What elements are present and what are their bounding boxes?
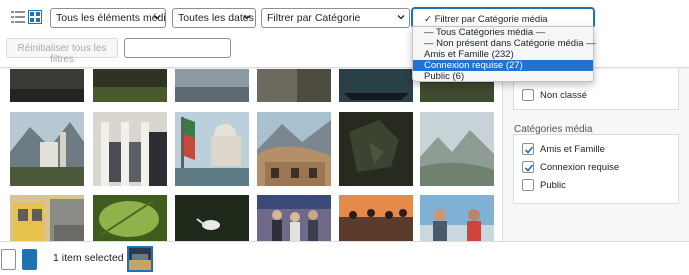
selection-count: 1 item selected xyxy=(53,252,124,264)
attachment-details-sidebar: Non classé Catégories média Amis et Fami… xyxy=(502,69,689,241)
media-thumbnail[interactable] xyxy=(175,195,249,241)
media-thumbnail[interactable] xyxy=(257,195,331,241)
media-grid xyxy=(0,69,502,241)
grid-view-icon[interactable] xyxy=(28,10,42,24)
media-type-select[interactable]: Tous les éléments média xyxy=(50,8,166,28)
media-thumbnail[interactable] xyxy=(10,69,84,102)
media-thumbnail[interactable] xyxy=(93,195,167,241)
chevron-down-icon xyxy=(153,15,161,20)
category-dropdown-list: ✓ Filtrer par Catégorie média — Tous Cat… xyxy=(412,14,596,82)
media-thumbnail[interactable] xyxy=(10,112,84,186)
categories-box: Amis et Famille Connexion requise Public xyxy=(513,134,679,204)
search-input[interactable] xyxy=(124,38,231,58)
category-label: Connexion requise xyxy=(540,162,620,173)
dropdown-option[interactable]: ✓ Filtrer par Catégorie média xyxy=(413,14,593,25)
category-checkbox[interactable] xyxy=(522,179,534,191)
primary-button[interactable] xyxy=(22,249,37,270)
checkmark-icon xyxy=(524,146,534,154)
media-type-select-label: Tous les éléments média xyxy=(56,12,166,24)
media-thumbnail[interactable] xyxy=(257,69,331,102)
chevron-down-icon xyxy=(397,15,405,20)
media-library: Tous les éléments média Toutes les dates… xyxy=(0,0,689,275)
secondary-button[interactable] xyxy=(1,249,16,270)
category-label: Amis et Famille xyxy=(540,144,605,155)
media-thumbnail[interactable] xyxy=(93,69,167,102)
category-label: Public xyxy=(540,180,566,191)
unclassified-label: Non classé xyxy=(540,90,587,101)
media-thumbnail[interactable] xyxy=(10,195,84,241)
dropdown-option[interactable]: — Tous Catégories média — xyxy=(413,27,593,38)
category-select[interactable]: Filtrer par Catégorie xyxy=(261,8,410,28)
media-thumbnail[interactable] xyxy=(93,112,167,186)
category-select-label: Filtrer par Catégorie xyxy=(267,12,361,24)
selected-thumbnail[interactable] xyxy=(127,246,153,272)
checkmark-icon xyxy=(524,164,534,172)
chevron-down-icon xyxy=(243,15,251,20)
dropdown-option[interactable]: — Non présent dans Catégorie média — xyxy=(413,38,596,49)
media-thumbnail[interactable] xyxy=(175,112,249,186)
category-checkbox[interactable] xyxy=(522,161,534,173)
media-thumbnail[interactable] xyxy=(257,112,331,186)
media-thumbnail[interactable] xyxy=(420,112,494,186)
dropdown-option[interactable]: Amis et Famille (232) xyxy=(413,49,593,60)
selection-toolbar: 1 item selected xyxy=(0,241,689,275)
media-thumbnail[interactable] xyxy=(339,69,413,102)
media-thumbnail[interactable] xyxy=(339,195,413,241)
media-thumbnail[interactable] xyxy=(175,69,249,102)
category-checkbox[interactable] xyxy=(522,143,534,155)
dates-select[interactable]: Toutes les dates xyxy=(172,8,256,28)
reset-filters-button[interactable]: Réinitialiser tous les filtres xyxy=(6,38,118,65)
list-view-icon[interactable] xyxy=(11,10,25,24)
media-thumbnail[interactable] xyxy=(420,195,494,241)
media-thumbnail[interactable] xyxy=(339,112,413,186)
unclassified-checkbox[interactable] xyxy=(522,89,534,101)
dropdown-option[interactable]: Public (6) xyxy=(413,71,593,82)
dropdown-option-highlighted[interactable]: Connexion requise (27) xyxy=(413,60,593,71)
